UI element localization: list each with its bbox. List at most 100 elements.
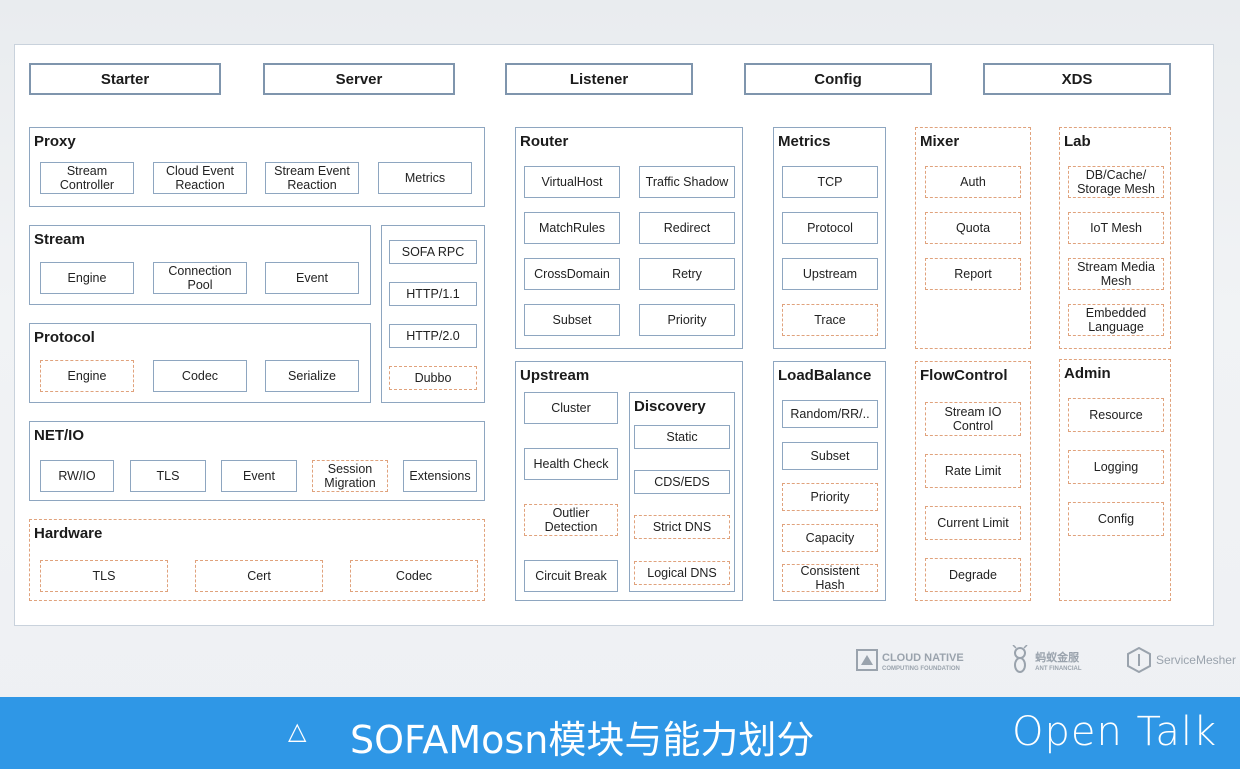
- loadbalance-title: LoadBalance: [778, 367, 872, 384]
- upstream-title: Upstream: [520, 367, 590, 384]
- metrics-upstream: Upstream: [782, 258, 878, 290]
- hardware-cert: Cert: [195, 560, 323, 592]
- hardware-title: Hardware: [34, 525, 103, 542]
- admin-title: Admin: [1064, 365, 1111, 382]
- upstream-health-check: Health Check: [524, 448, 618, 480]
- router-priority: Priority: [639, 304, 735, 336]
- metrics-trace: Trace: [782, 304, 878, 336]
- admin-resource: Resource: [1068, 398, 1164, 432]
- triangle-icon: △: [288, 718, 307, 745]
- hardware-group: Hardware TLS Cert Codec: [29, 519, 485, 601]
- cncf-logo: CLOUD NATIVE COMPUTING FOUNDATION: [856, 648, 964, 672]
- open-talk-brand: Open Talk: [1012, 709, 1218, 755]
- ant-subtext: ANT FINANCIAL: [1035, 666, 1082, 672]
- lab-db-cache-storage-mesh: DB/Cache/ Storage Mesh: [1068, 166, 1164, 198]
- router-subset: Subset: [524, 304, 620, 336]
- discovery-strict-dns: Strict DNS: [634, 515, 730, 539]
- flowcontrol-group: FlowControl Stream IO Control Rate Limit…: [915, 361, 1031, 601]
- protocol-serialize: Serialize: [265, 360, 359, 392]
- servicemesher-icon: [1126, 647, 1151, 673]
- router-redirect: Redirect: [639, 212, 735, 244]
- mixer-quota: Quota: [925, 212, 1021, 244]
- router-group: Router VirtualHost Traffic Shadow MatchR…: [515, 127, 743, 349]
- upstream-outlier-detection: Outlier Detection: [524, 504, 618, 536]
- sponsor-logos: CLOUD NATIVE COMPUTING FOUNDATION 蚂蚁金服 A…: [856, 640, 1236, 680]
- lab-stream-media-mesh: Stream Media Mesh: [1068, 258, 1164, 290]
- dubbo: Dubbo: [389, 366, 477, 390]
- mixer-title: Mixer: [920, 133, 960, 150]
- hardware-codec: Codec: [350, 560, 478, 592]
- router-retry: Retry: [639, 258, 735, 290]
- discovery-group: Discovery Static CDS/EDS Strict DNS Logi…: [629, 392, 735, 592]
- router-virtualhost: VirtualHost: [524, 166, 620, 198]
- lb-capacity: Capacity: [782, 524, 878, 552]
- http-1-1: HTTP/1.1: [389, 282, 477, 306]
- http-2-0: HTTP/2.0: [389, 324, 477, 348]
- netio-extensions: Extensions: [403, 460, 477, 492]
- lb-priority: Priority: [782, 483, 878, 511]
- sofa-rpc: SOFA RPC: [389, 240, 477, 264]
- architecture-diagram: Starter Server Listener Config XDS Proxy…: [14, 44, 1214, 626]
- metrics-title: Metrics: [778, 133, 831, 150]
- fc-stream-io-control: Stream IO Control: [925, 402, 1021, 436]
- discovery-logical-dns: Logical DNS: [634, 561, 730, 585]
- server-box: Server: [263, 63, 455, 95]
- stream-connection-pool: Connection Pool: [153, 262, 247, 294]
- metrics-group: Metrics TCP Protocol Upstream Trace: [773, 127, 886, 349]
- upstream-cluster: Cluster: [524, 392, 618, 424]
- lb-subset: Subset: [782, 442, 878, 470]
- ant-icon: [1012, 645, 1028, 673]
- proxy-cloud-event-reaction: Cloud Event Reaction: [153, 162, 247, 194]
- upstream-group: Upstream Cluster Health Check Outlier De…: [515, 361, 743, 601]
- protocol-title: Protocol: [34, 329, 95, 346]
- netio-group: NET/IO RW/IO TLS Event Session Migration…: [29, 421, 485, 501]
- upstream-circuit-break: Circuit Break: [524, 560, 618, 592]
- fc-current-limit: Current Limit: [925, 506, 1021, 540]
- config-box: Config: [744, 63, 932, 95]
- lab-group: Lab DB/Cache/ Storage Mesh IoT Mesh Stre…: [1059, 127, 1171, 349]
- fc-degrade: Degrade: [925, 558, 1021, 592]
- listener-box: Listener: [505, 63, 693, 95]
- starter-box: Starter: [29, 63, 221, 95]
- router-traffic-shadow: Traffic Shadow: [639, 166, 735, 198]
- fc-rate-limit: Rate Limit: [925, 454, 1021, 488]
- hardware-tls: TLS: [40, 560, 168, 592]
- servicemesher-logo: ServiceMesher: [1126, 647, 1236, 673]
- loadbalance-group: LoadBalance Random/RR/.. Subset Priority…: [773, 361, 886, 601]
- mixer-group: Mixer Auth Quota Report: [915, 127, 1031, 349]
- protocol-group: Protocol Engine Codec Serialize: [29, 323, 371, 403]
- router-title: Router: [520, 133, 569, 150]
- metrics-protocol: Protocol: [782, 212, 878, 244]
- lab-title: Lab: [1064, 133, 1091, 150]
- proxy-group: Proxy Stream Controller Cloud Event Reac…: [29, 127, 485, 207]
- admin-logging: Logging: [1068, 450, 1164, 484]
- mixer-report: Report: [925, 258, 1021, 290]
- proxy-stream-event-reaction: Stream Event Reaction: [265, 162, 359, 194]
- discovery-static: Static: [634, 425, 730, 449]
- router-crossdomain: CrossDomain: [524, 258, 620, 290]
- proxy-title: Proxy: [34, 133, 76, 150]
- rpc-protocol-group: SOFA RPC HTTP/1.1 HTTP/2.0 Dubbo: [381, 225, 485, 403]
- ant-financial-logo: 蚂蚁金服 ANT FINANCIAL: [1008, 645, 1081, 675]
- flowcontrol-title: FlowControl: [920, 367, 1008, 384]
- xds-box: XDS: [983, 63, 1171, 95]
- lb-consistent-hash: Consistent Hash: [782, 564, 878, 592]
- protocol-engine: Engine: [40, 360, 134, 392]
- discovery-cds-eds: CDS/EDS: [634, 470, 730, 494]
- mixer-auth: Auth: [925, 166, 1021, 198]
- stream-title: Stream: [34, 231, 85, 248]
- servicemesher-text: ServiceMesher: [1155, 652, 1236, 667]
- netio-rw-io: RW/IO: [40, 460, 114, 492]
- stream-event: Event: [265, 262, 359, 294]
- cncf-text: CLOUD NATIVE: [882, 652, 964, 664]
- stream-group: Stream Engine Connection Pool Event: [29, 225, 371, 305]
- netio-title: NET/IO: [34, 427, 85, 444]
- stream-engine: Engine: [40, 262, 134, 294]
- footer-bar: △ SOFAMosn模块与能力划分 Open Talk: [0, 697, 1240, 769]
- netio-tls: TLS: [130, 460, 206, 492]
- admin-group: Admin Resource Logging Config: [1059, 359, 1171, 601]
- slide-title: SOFAMosn模块与能力划分: [350, 718, 815, 762]
- proxy-stream-controller: Stream Controller: [40, 162, 134, 194]
- ant-text: 蚂蚁金服: [1035, 652, 1080, 664]
- lab-embedded-language: Embedded Language: [1068, 304, 1164, 336]
